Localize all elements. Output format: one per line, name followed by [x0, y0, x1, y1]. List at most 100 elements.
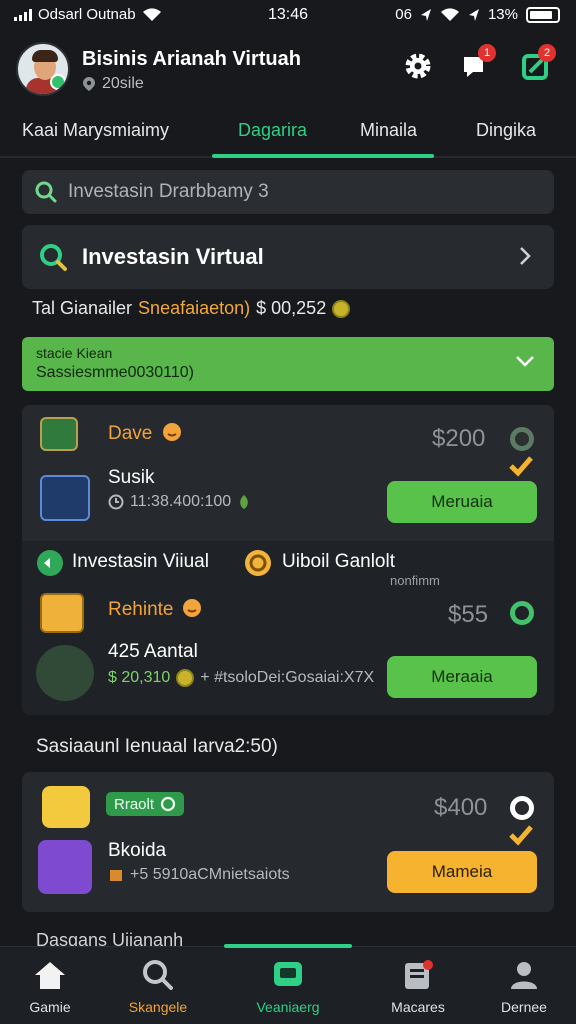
- document-icon: [40, 593, 84, 633]
- promo-tag-text: Rraolt: [114, 795, 155, 813]
- listing-2-meta: $ 20,310 + #tsoloDei:Gosaiai:X7X: [108, 669, 374, 687]
- virtual-badge-icon: [37, 550, 63, 576]
- listing-1-title: Dave: [108, 423, 153, 444]
- promo-name: Bkoida: [108, 840, 167, 861]
- listing-2-name: 425 Aantal: [108, 641, 198, 662]
- subpanel-note: nonfimm: [390, 573, 440, 588]
- listing-1-meta-text: 11:38.400:100: [130, 493, 232, 510]
- gallery-icon: [38, 840, 92, 894]
- check-icon: [509, 825, 533, 846]
- listing-2-meta-amount: $ 20,310: [108, 669, 171, 686]
- app-header: Bisinis Arianah Virtuah 20sile 1 2: [0, 36, 576, 108]
- battery-icon: [526, 6, 560, 23]
- avatar[interactable]: [16, 42, 70, 96]
- character-icon: [42, 786, 90, 828]
- status-time: 13:46: [268, 6, 309, 23]
- check-icon: [509, 456, 533, 477]
- listing-2-meta-text: + #tsoloDei:Gosaiai:X7X: [200, 669, 375, 686]
- wifi-icon: [440, 7, 459, 21]
- search-bar[interactable]: Investasin Drarbbamy 3: [22, 170, 554, 214]
- notifications-button[interactable]: 1: [458, 44, 496, 84]
- status-ring-icon: [510, 601, 534, 625]
- coin-icon: [176, 669, 195, 687]
- banner-line1: stacie Kiean: [36, 345, 113, 361]
- listing-2-buy-button[interactable]: Meraaia: [387, 656, 537, 698]
- bottom-navigation: Gamie Skangele Veaniaerg Macares Dernee: [0, 944, 576, 1024]
- gear-icon: [405, 53, 431, 79]
- box-icon: [110, 870, 122, 881]
- promo-tag: Rraolt: [106, 792, 185, 816]
- user-icon: [511, 962, 537, 989]
- dashboard-icon: [40, 475, 90, 521]
- news-icon: [405, 960, 433, 989]
- portfolio-icon: [274, 962, 302, 986]
- location-icon: [420, 8, 431, 21]
- search-icon: [40, 244, 67, 271]
- featured-investasi-row[interactable]: Investasin Virtual: [22, 225, 554, 289]
- promo-meta: +5 5910aCMnietsaiots: [108, 866, 290, 884]
- share-badge: 2: [538, 44, 556, 62]
- status-ring-icon: [510, 796, 534, 820]
- leaf-icon: [240, 495, 248, 509]
- search-icon: [35, 181, 57, 203]
- nav-home[interactable]: Gamie: [0, 959, 100, 1015]
- status-bar: Odsarl Outnab 13:46 06 13%: [0, 0, 576, 32]
- promo-meta-text: +5 5910aCMnietsaiots: [130, 866, 290, 883]
- promo-buy-button[interactable]: Mameia: [387, 851, 537, 893]
- pin-icon: [83, 77, 95, 91]
- wifi-icon: [142, 7, 161, 21]
- settings-button[interactable]: [400, 48, 436, 84]
- refresh-icon: [160, 796, 176, 812]
- total-balance: Tal Gianailer Sneafaiaeton) $ 00,252: [32, 298, 351, 319]
- nav-news[interactable]: Macares: [368, 959, 468, 1015]
- green-banner-dropdown[interactable]: stacie Kiean Sassiesmme0030110): [22, 337, 554, 391]
- total-amount: $ 00,252: [256, 298, 327, 318]
- smile-icon: [163, 423, 181, 441]
- chevron-right-icon: [520, 247, 531, 265]
- tab-dingika[interactable]: Dingika: [476, 120, 536, 141]
- signal-slash-icon: [468, 8, 479, 21]
- coin-icon: [245, 550, 271, 576]
- tab-kaai[interactable]: Kaai Marysmiaimy: [22, 120, 169, 141]
- nav-home-label: Gamie: [29, 999, 71, 1015]
- nav-search[interactable]: Skangele: [108, 959, 208, 1015]
- tab-minaila[interactable]: Minaila: [360, 120, 417, 141]
- featured-label: Investasin Virtual: [82, 244, 264, 269]
- app-title: Bisinis Arianah Virtuah: [82, 48, 301, 70]
- carrier-name: Odsarl Outnab: [38, 6, 136, 23]
- listing-2-price: $55: [448, 601, 489, 628]
- listing-2-title: Rehinte: [108, 599, 174, 620]
- home-icon: [35, 962, 65, 989]
- nav-profile-label: Dernee: [501, 999, 547, 1015]
- signal-icon: [14, 8, 32, 21]
- nav-profile[interactable]: Dernee: [474, 959, 574, 1015]
- battery-percent: 13%: [487, 6, 518, 23]
- promo-card: Rraolt $400 Bkoida +5 5910aCMnietsaiots …: [22, 772, 554, 912]
- listing-1-price: $200: [432, 425, 486, 452]
- nav-portfolio[interactable]: Veaniaerg: [238, 959, 338, 1015]
- listing-1-buy-button[interactable]: Meruaia: [387, 481, 537, 523]
- app-subtitle: 20sile: [82, 75, 144, 93]
- search-icon: [143, 960, 173, 990]
- chevron-down-icon: [516, 356, 534, 367]
- clock-icon: [108, 494, 124, 510]
- app-subtitle-text: 20sile: [102, 75, 144, 92]
- notification-badge: 1: [478, 44, 496, 62]
- status-ring-icon: [510, 427, 534, 451]
- subpanel-right-label: Uiboil Ganlolt: [282, 551, 395, 572]
- status-right-text: 06: [395, 6, 412, 23]
- share-button[interactable]: 2: [518, 44, 556, 84]
- listings-card: Dave $200 Susik 11:38.400:100 Meruaia In…: [22, 405, 554, 715]
- tab-underline: [212, 154, 434, 158]
- tab-dagarira[interactable]: Dagarira: [238, 120, 307, 141]
- promo-price: $400: [434, 794, 488, 821]
- nav-search-label: Skangele: [128, 999, 188, 1015]
- listing-1-name: Susik: [108, 467, 155, 488]
- cash-register-icon: [40, 417, 78, 451]
- section-label: Sasiaaunl Ienuaal Iarva2:50): [36, 736, 278, 757]
- listing-1-meta: 11:38.400:100: [108, 493, 251, 511]
- search-input[interactable]: Investasin Drarbbamy 3: [68, 181, 269, 203]
- subpanel-left-label: Investasin Viiual: [72, 551, 209, 572]
- tab-bar: Kaai Marysmiaimy Dagarira Minaila Dingik…: [0, 112, 576, 158]
- team-avatar-icon: [36, 645, 94, 701]
